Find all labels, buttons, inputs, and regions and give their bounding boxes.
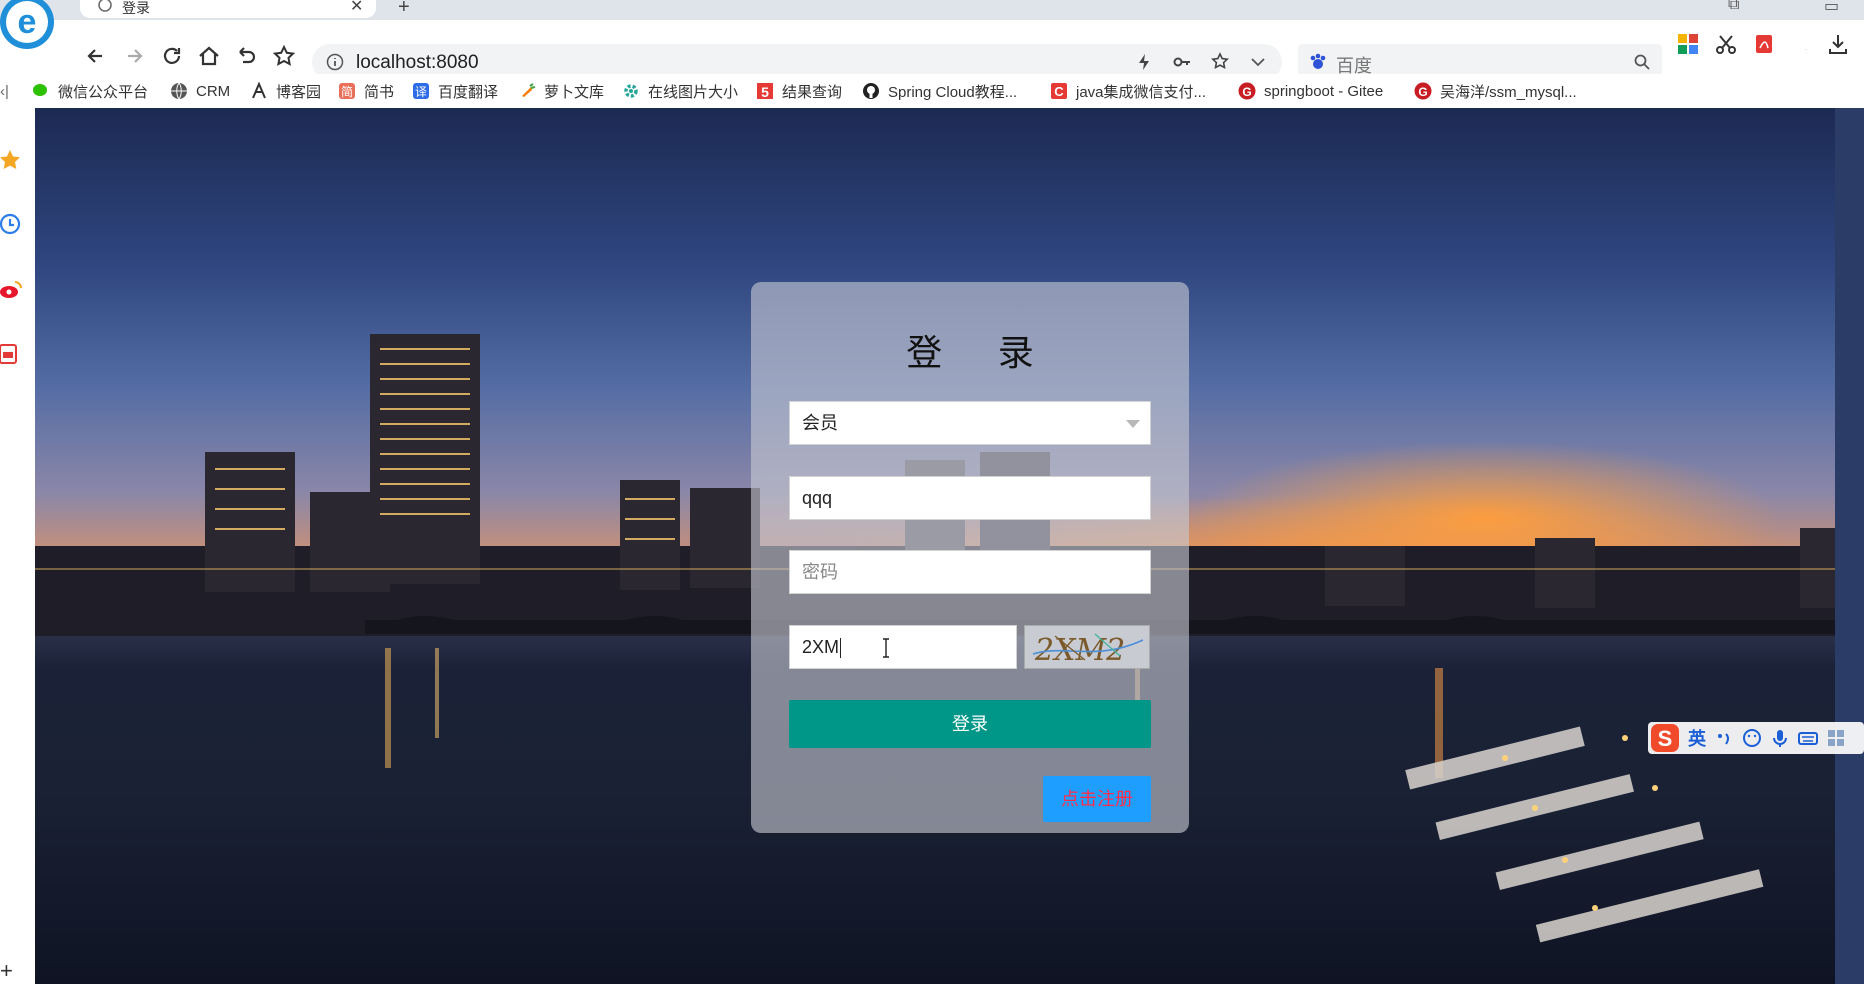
- info-icon[interactable]: [326, 53, 344, 71]
- globe-icon: [98, 0, 112, 12]
- bookmark-item[interactable]: 译 百度翻译: [412, 78, 498, 104]
- scissors-icon[interactable]: [1714, 32, 1738, 56]
- download-icon[interactable]: [1826, 32, 1850, 56]
- apps-grid-icon[interactable]: [1676, 32, 1700, 56]
- pdf-icon[interactable]: [0, 342, 24, 366]
- tab-close-icon[interactable]: ✕: [350, 0, 363, 16]
- password-input[interactable]: 密码: [789, 550, 1151, 594]
- lightning-icon[interactable]: [1134, 52, 1154, 72]
- bookmark-item[interactable]: 在线图片大小: [622, 78, 738, 104]
- login-form: 登 录 会员 qqq 密码 2XM 2XM2 登录 点击注册: [751, 282, 1189, 833]
- microphone-icon[interactable]: [1770, 728, 1790, 748]
- globe-icon: [171, 82, 187, 100]
- search-icon[interactable]: [1634, 54, 1650, 70]
- captcha-glyphs: 2XM2: [1032, 633, 1144, 668]
- sogou-logo-icon[interactable]: S: [1650, 723, 1680, 753]
- svg-text:S: S: [1658, 726, 1673, 751]
- url-text[interactable]: localhost:8080: [356, 52, 479, 74]
- username-input[interactable]: qqq: [789, 476, 1151, 520]
- browser-logo-icon: e: [0, 0, 54, 49]
- gear-icon: [624, 84, 638, 98]
- emoji-icon[interactable]: [1742, 728, 1762, 748]
- svg-text:5: 5: [761, 84, 769, 100]
- text-caret: [840, 638, 842, 659]
- tab-title: 登录: [122, 0, 150, 16]
- jianshu-icon: 简: [339, 83, 355, 99]
- bookmark-item[interactable]: 5 结果查询: [756, 78, 842, 104]
- favorites-star-icon[interactable]: [0, 148, 24, 172]
- keyboard-icon[interactable]: [1798, 728, 1818, 748]
- wechat-icon: [33, 84, 47, 96]
- forward-icon[interactable]: [120, 42, 148, 70]
- carrot-icon: [522, 83, 536, 97]
- weibo-icon[interactable]: [0, 278, 24, 302]
- svg-text:简: 简: [341, 85, 353, 99]
- browser-sidebar: [0, 108, 36, 984]
- gitee-icon: G: [1238, 82, 1256, 100]
- new-tab-icon[interactable]: +: [398, 0, 410, 19]
- ime-language[interactable]: 英: [1688, 725, 1706, 751]
- gitee-icon: G: [1414, 82, 1432, 100]
- toolbox-icon[interactable]: [1826, 728, 1846, 748]
- svg-text:e: e: [18, 3, 37, 41]
- cnblogs-icon: [252, 82, 266, 99]
- svg-text:G: G: [1418, 85, 1427, 99]
- role-select-value: 会员: [802, 413, 838, 433]
- captcha-image[interactable]: 2XM2: [1024, 625, 1150, 669]
- tab-login[interactable]: 登录 ✕: [80, 0, 376, 18]
- login-title: 登 录: [906, 333, 1056, 374]
- chevron-down-icon: [1126, 420, 1140, 428]
- bookmark-item[interactable]: G 吴海洋/ssm_mysql...: [1414, 78, 1577, 104]
- svg-text:C: C: [1054, 84, 1064, 99]
- undo-icon[interactable]: [232, 42, 260, 70]
- github-icon: [863, 83, 879, 99]
- moon-icon[interactable]: [1790, 32, 1814, 56]
- password-placeholder: 密码: [802, 562, 838, 582]
- login-button[interactable]: 登录: [789, 700, 1151, 748]
- favorite-star-icon[interactable]: [270, 42, 298, 70]
- home-icon[interactable]: [195, 42, 223, 70]
- tab-bar: 登录 ✕ + ⧉ ▭: [0, 0, 1864, 20]
- page-edge: [1835, 108, 1864, 984]
- baidu-icon: [1310, 53, 1326, 69]
- role-select[interactable]: 会员: [789, 401, 1151, 445]
- star-icon[interactable]: [1210, 52, 1230, 72]
- csdn-icon: C: [1051, 83, 1067, 99]
- svg-text:译: 译: [415, 85, 427, 99]
- svg-text:G: G: [1242, 85, 1251, 99]
- reload-icon[interactable]: [158, 42, 186, 70]
- bookmark-item[interactable]: C java集成微信支付...: [1050, 78, 1206, 104]
- add-sidebar-icon[interactable]: +: [0, 958, 13, 984]
- bookmarks-bar: ‹| 微信公众平台 CRM 博客园 简 简书 译 百度翻译 萝卜文库 在线图片大…: [0, 74, 1864, 109]
- chevron-down-icon[interactable]: [1248, 52, 1268, 72]
- captcha-input[interactable]: 2XM: [789, 625, 1017, 669]
- bookmark-item[interactable]: Spring Cloud教程...: [862, 78, 1017, 104]
- bookmark-item[interactable]: 博客园: [250, 78, 321, 104]
- bookmark-item[interactable]: 萝卜文库: [518, 78, 604, 104]
- ime-toolbar: S 英: [1648, 722, 1864, 754]
- username-value: qqq: [802, 488, 833, 508]
- sidebar-toggle-icon[interactable]: ‹|: [0, 78, 9, 104]
- ibeam-cursor-icon: [883, 638, 889, 658]
- bookmark-item[interactable]: G springboot - Gitee: [1238, 78, 1383, 104]
- pdf-icon[interactable]: [1752, 32, 1776, 56]
- bookmark-item[interactable]: CRM: [170, 78, 230, 104]
- baidu-translate-icon: 译: [413, 83, 429, 99]
- punctuation-icon[interactable]: [1714, 728, 1734, 748]
- captcha-value: 2XM: [802, 637, 840, 657]
- key-icon[interactable]: [1172, 52, 1192, 72]
- history-clock-icon[interactable]: [0, 212, 24, 236]
- back-icon[interactable]: [82, 42, 110, 70]
- bookmark-item[interactable]: 微信公众平台: [32, 78, 148, 104]
- register-button[interactable]: 点击注册: [1043, 776, 1151, 822]
- window-icon[interactable]: ▭: [1824, 0, 1839, 16]
- five-icon: 5: [757, 83, 773, 100]
- restore-icon[interactable]: ⧉: [1728, 0, 1739, 14]
- bookmark-item[interactable]: 简 简书: [338, 78, 394, 104]
